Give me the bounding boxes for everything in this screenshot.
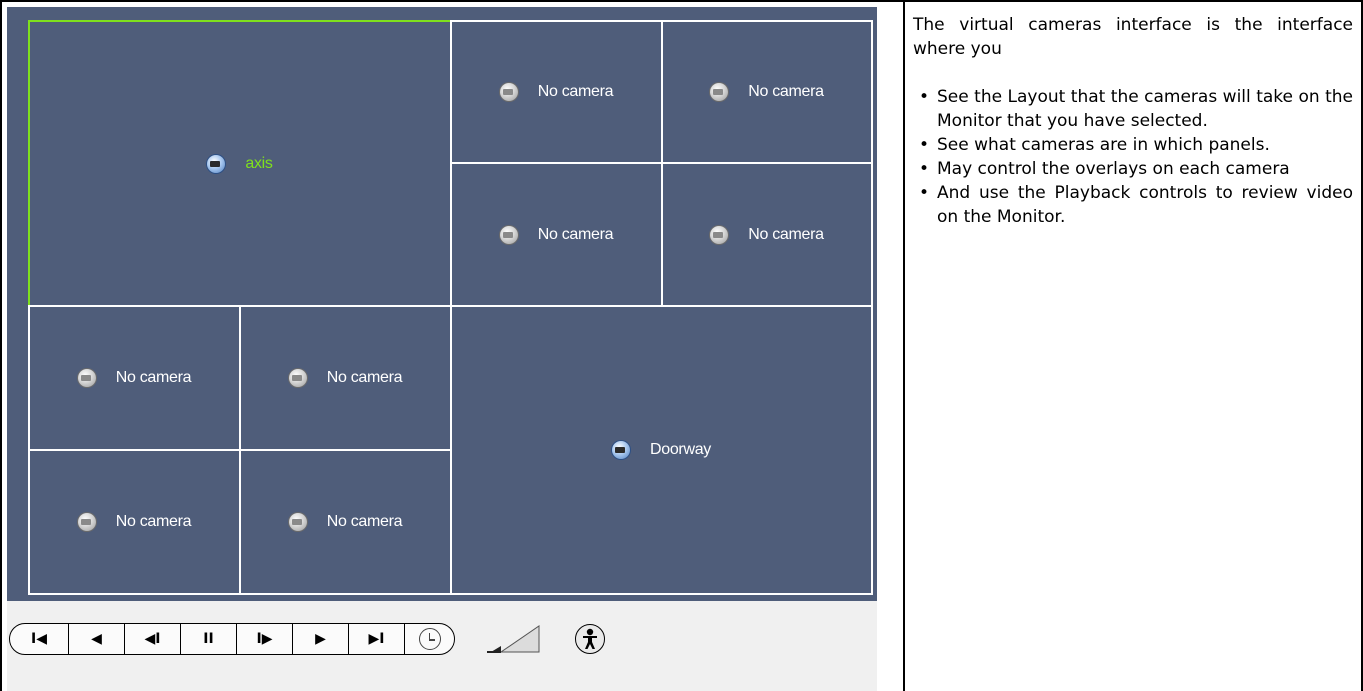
camera-label: No camera — [115, 369, 192, 386]
playback-controls: I◀ ◀ ◀I II I▶ ▶ ▶I — [9, 623, 455, 655]
play-button[interactable]: ▶ — [292, 624, 348, 654]
list-item: May control the overlays on each camera — [913, 157, 1353, 181]
list-item: See what cameras are in which panels. — [913, 133, 1353, 157]
person-icon — [583, 628, 597, 649]
virtual-cameras-interface: axis No camera No camera No camera No ca… — [7, 7, 877, 691]
camera-icon — [77, 513, 96, 531]
feature-list: See the Layout that the cameras will tak… — [913, 85, 1353, 229]
step-back-button[interactable]: ◀I — [124, 624, 180, 654]
table-border-left — [0, 0, 2, 691]
camera-label: No camera — [748, 83, 824, 100]
camera-panel-empty[interactable]: No camera — [450, 20, 663, 164]
camera-label: No camera — [537, 225, 614, 243]
camera-panel-empty[interactable]: No camera — [661, 162, 873, 307]
camera-icon — [288, 513, 307, 531]
camera-icon — [77, 369, 96, 387]
operator-button[interactable] — [575, 624, 605, 654]
skip-to-start-button[interactable]: I◀ — [10, 624, 68, 654]
camera-grid: axis No camera No camera No camera No ca… — [7, 7, 877, 601]
camera-panel-doorway[interactable]: Doorway — [450, 305, 873, 595]
camera-label: No camera — [326, 369, 403, 386]
description-text: The virtual cameras interface is the int… — [913, 13, 1353, 229]
list-item: See the Layout that the cameras will tak… — [913, 85, 1353, 133]
camera-label: No camera — [748, 225, 824, 243]
camera-icon — [499, 83, 518, 101]
previous-button[interactable]: ◀ — [68, 624, 124, 654]
camera-panel-empty[interactable]: No camera — [239, 305, 452, 451]
volume-icon — [487, 625, 540, 653]
pause-button[interactable]: II — [180, 624, 236, 654]
camera-icon — [288, 369, 307, 387]
volume-slider[interactable] — [485, 624, 541, 654]
camera-icon — [710, 83, 729, 101]
time-jump-button[interactable] — [404, 624, 454, 654]
list-item: And use the Playback controls to review … — [913, 181, 1353, 229]
playback-toolbar: I◀ ◀ ◀I II I▶ ▶ ▶I — [7, 619, 605, 659]
camera-panel-empty[interactable]: No camera — [28, 449, 241, 595]
step-forward-button[interactable]: I▶ — [236, 624, 292, 654]
camera-label: No camera — [537, 83, 614, 100]
camera-label: axis — [245, 154, 273, 172]
skip-to-end-button[interactable]: ▶I — [348, 624, 404, 654]
camera-icon — [499, 225, 518, 244]
camera-icon — [611, 441, 630, 459]
camera-panel-empty[interactable]: No camera — [28, 305, 241, 451]
camera-label: Doorway — [649, 441, 712, 458]
camera-panel-axis[interactable]: axis — [28, 20, 452, 307]
intro-paragraph: The virtual cameras interface is the int… — [913, 15, 1353, 59]
camera-panel-empty[interactable]: No camera — [661, 20, 873, 164]
table-border-top — [0, 0, 1363, 2]
camera-icon — [710, 225, 729, 244]
clock-icon — [418, 628, 441, 650]
camera-panel-empty[interactable]: No camera — [450, 162, 663, 307]
table-cell-divider — [903, 0, 905, 691]
camera-label: No camera — [115, 513, 192, 530]
camera-panel-empty[interactable]: No camera — [239, 449, 452, 595]
camera-label: No camera — [326, 513, 403, 530]
camera-icon — [207, 154, 226, 173]
